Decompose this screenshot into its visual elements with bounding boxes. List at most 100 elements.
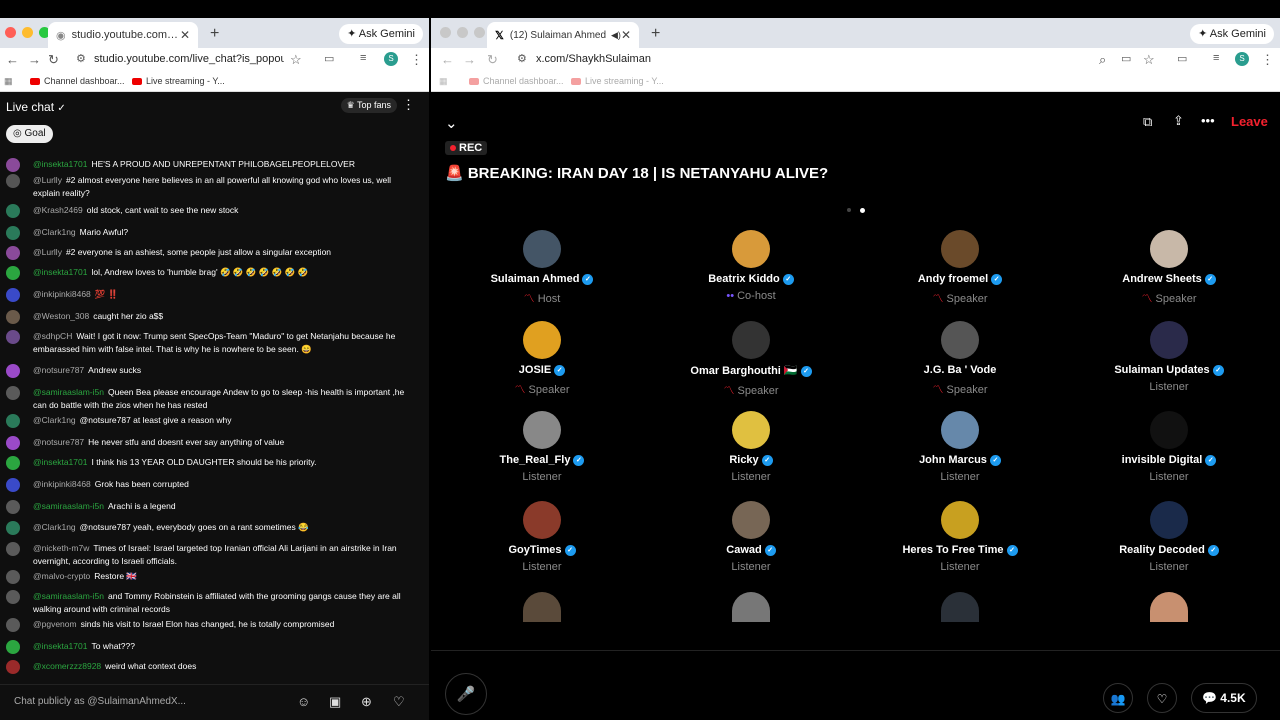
chat-username[interactable]: @insekta1701 xyxy=(33,641,87,651)
chat-message[interactable]: @inkipinki8468 💯 ‼️ xyxy=(6,288,420,302)
avatar[interactable] xyxy=(6,266,20,280)
participant-avatar[interactable] xyxy=(732,230,770,268)
participant[interactable]: GoyTimes ✓ Listener xyxy=(452,501,632,573)
avatar[interactable] xyxy=(6,246,20,260)
chat-username[interactable]: @Clark1ng xyxy=(33,522,76,532)
close-tab-icon[interactable]: ✕ xyxy=(180,28,190,42)
forward-icon[interactable]: → xyxy=(28,52,41,67)
chat-username[interactable]: @insekta1701 xyxy=(33,267,87,277)
ask-gemini-button[interactable]: ✦ Ask Gemini xyxy=(339,24,423,44)
avatar[interactable] xyxy=(6,660,20,674)
react-heart-icon[interactable]: ♡ xyxy=(1147,683,1177,713)
close-window-button[interactable] xyxy=(440,27,451,38)
chat-username[interactable]: @Lurlly xyxy=(33,175,62,185)
chat-username[interactable]: @Clark1ng xyxy=(33,227,76,237)
participant-avatar[interactable] xyxy=(1150,501,1188,539)
chat-message[interactable]: @Clark1ng Mario Awful? xyxy=(6,226,420,240)
goal-button[interactable]: ◎ Goal xyxy=(6,125,53,143)
participant[interactable]: Andrew Sheets ✓ 〽 Speaker xyxy=(1079,230,1259,306)
forward-icon[interactable]: → xyxy=(463,52,476,67)
chat-message[interactable]: @nicketh-m7w Times of Israel: Israel targ… xyxy=(6,542,420,568)
bookmark-live-streaming[interactable]: Live streaming - Y... xyxy=(132,76,225,86)
apps-icon[interactable]: ▦ xyxy=(4,76,13,87)
avatar[interactable] xyxy=(6,204,20,218)
bookmark-star-icon[interactable]: ☆ xyxy=(1143,52,1155,68)
participant-avatar[interactable] xyxy=(1150,230,1188,268)
profile-avatar[interactable]: S xyxy=(1235,52,1249,66)
avatar[interactable] xyxy=(6,436,20,450)
chat-message[interactable]: @insekta1701 I think his 13 YEAR OLD DAUG… xyxy=(6,456,420,470)
chat-message[interactable]: @samiraaslam-i5n and Tommy Robinstein is … xyxy=(6,590,420,616)
participant[interactable]: Ricky ✓ Listener xyxy=(661,411,841,483)
chat-username[interactable]: @notsure787 xyxy=(33,365,84,375)
bookmark-channel-dashboard[interactable]: Channel dashboar... xyxy=(30,76,125,86)
chat-username[interactable]: @nicketh-m7w xyxy=(33,543,89,553)
minimize-window-button[interactable] xyxy=(457,27,468,38)
chat-message[interactable]: @malvo-crypto Restore 🇬🇧 xyxy=(6,570,420,584)
chat-message[interactable]: @notsure787 He never stfu and doesnt ever… xyxy=(6,436,420,450)
avatar[interactable] xyxy=(6,618,20,632)
participant-avatar[interactable] xyxy=(941,501,979,539)
chat-message[interactable]: @Weston_308 caught her zio a$$ xyxy=(6,310,420,324)
participant[interactable]: Sulaiman Ahmed ✓ 〽 Host xyxy=(452,230,632,306)
reload-icon[interactable]: ↻ xyxy=(48,52,59,68)
chat-username[interactable]: @insekta1701 xyxy=(33,159,87,169)
browser-tab[interactable]: 𝕏 (12) Sulaiman Ahmed (@S... ◀) ✕ xyxy=(487,22,639,48)
chat-username[interactable]: @Krash2469 xyxy=(33,205,83,215)
participant[interactable]: JOSIE ✓ 〽 Speaker xyxy=(452,321,632,397)
participant-avatar[interactable] xyxy=(732,411,770,449)
install-icon[interactable]: ▭ xyxy=(1121,52,1131,65)
participant-avatar[interactable] xyxy=(1150,321,1188,359)
chat-username[interactable]: @sdhpCH xyxy=(33,331,72,341)
chat-username[interactable]: @samiraaslam-i5n xyxy=(33,591,104,601)
chat-message[interactable]: @insekta1701 lol, Andrew loves to 'humble… xyxy=(6,266,420,280)
chat-username[interactable]: @inkipinki8468 xyxy=(33,479,91,489)
participant-avatar[interactable] xyxy=(1150,411,1188,449)
participant-avatar[interactable] xyxy=(523,592,561,622)
apps-icon[interactable]: ▦ xyxy=(439,76,448,87)
avatar[interactable] xyxy=(6,500,20,514)
site-info-icon[interactable]: ⚙ xyxy=(517,52,527,65)
participant[interactable]: invisible Digital ✓ Listener xyxy=(1079,411,1259,483)
chat-message[interactable]: @samiraaslam-i5n Queen Bea please encoura… xyxy=(6,386,420,412)
close-window-button[interactable] xyxy=(5,27,16,38)
chat-username[interactable]: @Weston_308 xyxy=(33,311,89,321)
browser-tab[interactable]: ◉ studio.youtube.com/live_chat ✕ xyxy=(48,22,198,48)
chat-input[interactable]: Chat publicly as @SulaimanAhmedX... xyxy=(14,696,186,707)
bookmark-star-icon[interactable]: ☆ xyxy=(290,52,302,68)
bookmark-channel-dashboard[interactable]: Channel dashboar... xyxy=(469,76,564,86)
add-icon[interactable]: ⊕ xyxy=(361,694,372,710)
participant[interactable]: Beatrix Kiddo ✓ •• Co-host xyxy=(661,230,841,302)
top-fans-button[interactable]: ♛ Top fans xyxy=(340,98,397,113)
chat-username[interactable]: @xcomerzzz8928 xyxy=(33,661,101,671)
avatar[interactable] xyxy=(6,310,20,324)
heart-icon[interactable]: ♡ xyxy=(393,694,405,710)
chevron-down-icon[interactable]: ⌄ xyxy=(445,114,458,132)
close-tab-icon[interactable]: ✕ xyxy=(621,28,631,42)
emoji-icon[interactable]: ☺ xyxy=(297,694,310,709)
url-field[interactable]: studio.youtube.com/live_chat?is_popout..… xyxy=(94,53,284,65)
avatar[interactable] xyxy=(6,226,20,240)
avatar[interactable] xyxy=(6,521,20,535)
avatar[interactable] xyxy=(6,640,20,654)
menu-icon[interactable]: ⋮ xyxy=(410,52,423,68)
avatar[interactable] xyxy=(6,542,20,556)
avatar[interactable] xyxy=(6,456,20,470)
extensions-icon[interactable]: ≡ xyxy=(1213,52,1219,64)
participant-avatar[interactable] xyxy=(732,321,770,359)
chat-message[interactable]: @insekta1701 HE'S A PROUD AND UNREPENTANT… xyxy=(6,158,420,172)
site-info-icon[interactable]: ⚙ xyxy=(76,52,86,65)
menu-icon[interactable]: ⋮ xyxy=(1261,52,1274,68)
chat-username[interactable]: @inkipinki8468 xyxy=(33,289,91,299)
avatar[interactable] xyxy=(6,330,20,344)
pager-dot[interactable] xyxy=(847,208,851,212)
minimize-space-icon[interactable]: ⧉ xyxy=(1143,114,1152,130)
participant-avatar[interactable] xyxy=(941,411,979,449)
share-icon[interactable]: ⇪ xyxy=(1173,113,1184,129)
chat-message[interactable]: @pgvenom sinds his visit to Israel Elon h… xyxy=(6,618,420,632)
maximize-window-button[interactable] xyxy=(474,27,485,38)
avatar[interactable] xyxy=(6,174,20,188)
chat-message[interactable]: @inkipinki8468 Grok has been corrupted xyxy=(6,478,420,492)
new-tab-button[interactable]: + xyxy=(651,25,660,43)
chat-username[interactable]: @pgvenom xyxy=(33,619,77,629)
